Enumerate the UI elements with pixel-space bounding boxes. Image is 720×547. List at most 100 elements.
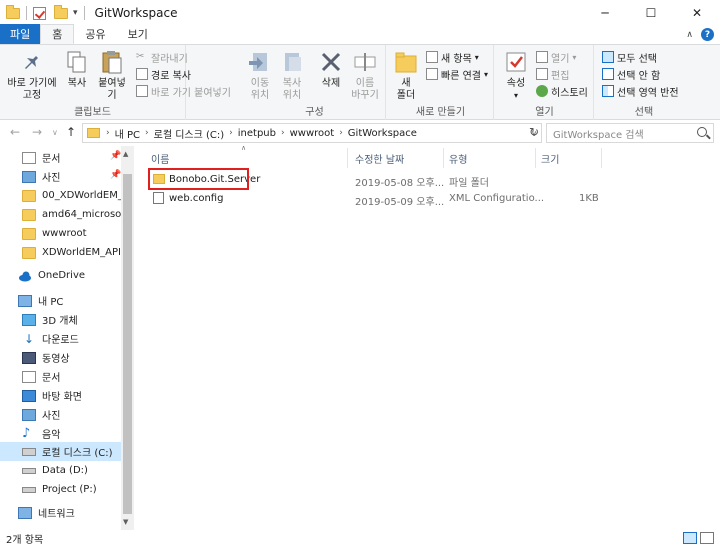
new-folder-icon[interactable] — [54, 4, 68, 19]
drive-icon — [22, 467, 36, 474]
tab-share[interactable]: 공유 — [74, 24, 116, 44]
scroll-up-icon[interactable]: ▲ — [123, 150, 128, 158]
new-group: 새 폴더 새 항목 ▾ 빠른 연결 ▾ 새로 만들기 — [388, 45, 494, 120]
nav-item-documents[interactable]: 문서 — [0, 148, 121, 167]
column-header-modified[interactable]: 수정한 날짜 — [355, 151, 404, 166]
chevron-right-icon: › — [339, 128, 343, 138]
history-button[interactable]: 히스토리 — [536, 84, 588, 99]
copy-label: 복사 — [67, 78, 87, 89]
column-header-type[interactable]: 유형 — [449, 151, 467, 166]
file-type: 파일 폴더 — [449, 178, 489, 189]
invert-selection-button[interactable]: 선택 영역 반전 — [602, 84, 679, 99]
nav-item-folder[interactable]: amd64_microsoft- — [0, 205, 121, 224]
forward-icon[interactable]: → — [32, 125, 42, 139]
help-icon[interactable]: ? — [701, 28, 714, 41]
search-input[interactable]: GitWorkspace 검색 — [546, 123, 714, 143]
nav-item-folder[interactable]: XDWorldEM_API(1! — [0, 243, 121, 262]
nav-item-3d-objects[interactable]: 3D 개체 — [0, 310, 121, 329]
paste-button[interactable]: 붙여넣기 — [94, 49, 130, 102]
delete-icon — [318, 49, 344, 75]
open-button[interactable]: 열기 ▾ — [536, 50, 576, 65]
rename-button[interactable]: 이름 바꾸기 — [350, 49, 380, 102]
easy-access-button[interactable]: 빠른 연결 ▾ — [426, 67, 488, 82]
group-label: 새로 만들기 — [415, 107, 466, 118]
pin-label: 바로 가기에 고정 — [7, 78, 57, 101]
nav-item-pictures[interactable]: 사진 — [0, 405, 121, 424]
properties-icon[interactable] — [33, 6, 46, 20]
pin-quick-access-button[interactable]: 바로 가기에 고정 — [6, 49, 58, 102]
column-header-size[interactable]: 크기 — [541, 151, 559, 166]
refresh-icon[interactable]: ↻ — [529, 125, 539, 139]
copy-path-button[interactable]: 경로 복사 — [136, 67, 191, 82]
select-none-button[interactable]: 선택 안 함 — [602, 67, 660, 82]
copy-to-button[interactable]: 복사 위치 — [278, 49, 306, 102]
nav-item-pictures[interactable]: 사진 — [0, 167, 121, 186]
edit-label: 편집 — [551, 70, 570, 82]
nav-item-label: 로컬 디스크 (C:) — [42, 448, 113, 459]
nav-item-project-drive[interactable]: Project (P:) — [0, 480, 121, 499]
folder-icon[interactable] — [6, 4, 20, 19]
new-item-button[interactable]: 새 항목 ▾ — [426, 50, 479, 65]
tab-home[interactable]: 홈 — [40, 24, 75, 44]
chevron-up-icon[interactable]: ∧ — [686, 30, 693, 40]
cut-button[interactable]: ✂ 잘라내기 — [136, 50, 188, 65]
nav-item-music[interactable]: ♪ 음악 — [0, 424, 121, 443]
delete-button[interactable]: 삭제 — [318, 49, 344, 90]
chevron-down-icon[interactable]: ▾ — [73, 8, 78, 18]
properties-button[interactable]: 속성 ▾ — [502, 49, 530, 102]
cut-label: 잘라내기 — [151, 53, 188, 65]
nav-item-data-drive[interactable]: Data (D:) — [0, 461, 121, 480]
nav-item-label: 네트워크 — [38, 509, 75, 520]
copy-button[interactable]: 복사 — [62, 49, 92, 90]
edit-button[interactable]: 편집 — [536, 67, 570, 82]
scroll-down-icon[interactable]: ▼ — [123, 518, 128, 526]
nav-item-videos[interactable]: 동영상 — [0, 348, 121, 367]
address-bar[interactable]: › 내 PC › 로컬 디스크 (C:) › inetpub › wwwroot… — [82, 123, 542, 143]
back-icon[interactable]: ← — [10, 125, 20, 139]
paste-shortcut-button[interactable]: 바로 가기 붙여넣기 — [136, 84, 231, 99]
new-folder-button[interactable]: 새 폴더 — [392, 49, 420, 102]
minimize-button[interactable]: ─ — [582, 0, 628, 26]
file-modified: 2019-05-08 오후... — [355, 178, 445, 189]
move-to-button[interactable]: 이동 위치 — [246, 49, 274, 102]
table-row[interactable]: web.config 2019-05-09 오후... XML Configur… — [149, 190, 709, 209]
picture-icon — [22, 170, 36, 183]
chevron-down-icon: ▾ — [513, 91, 518, 100]
select-all-button[interactable]: 모두 선택 — [602, 50, 657, 65]
maximize-button[interactable]: ☐ — [628, 0, 674, 26]
breadcrumb-wwwroot[interactable]: wwwroot — [290, 128, 335, 139]
tab-view[interactable]: 보기 — [117, 24, 159, 44]
rename-icon — [352, 49, 378, 75]
column-header-name[interactable]: 이름 — [151, 151, 169, 166]
breadcrumb-this-pc[interactable]: 내 PC — [115, 126, 140, 141]
chevron-right-icon: › — [280, 128, 285, 138]
nav-item-onedrive[interactable]: OneDrive — [0, 266, 121, 285]
up-icon[interactable]: ↑ — [66, 125, 76, 139]
details-view-icon[interactable] — [683, 532, 697, 544]
nav-item-desktop[interactable]: 바탕 화면 — [0, 386, 121, 405]
nav-item-documents[interactable]: 문서 — [0, 367, 121, 386]
close-button[interactable]: ✕ — [674, 0, 720, 26]
chevron-down-icon[interactable]: ∨ — [52, 128, 58, 137]
breadcrumb-inetpub[interactable]: inetpub — [238, 128, 276, 139]
address-row: ← → ∨ ↑ › 내 PC › 로컬 디스크 (C:) › inetpub ›… — [0, 121, 720, 145]
nav-scrollbar[interactable]: ▲ ▼ — [121, 146, 134, 530]
tab-file[interactable]: 파일 — [0, 24, 41, 44]
breadcrumb-gitworkspace[interactable]: GitWorkspace — [348, 128, 417, 139]
nav-item-folder[interactable]: 00_XDWorldEM_AP — [0, 186, 121, 205]
nav-item-downloads[interactable]: ↓ 다운로드 — [0, 329, 121, 348]
breadcrumb-local-disk[interactable]: 로컬 디스크 (C:) — [154, 126, 225, 141]
nav-item-folder[interactable]: wwwroot — [0, 224, 121, 243]
nav-item-label: 3D 개체 — [42, 316, 78, 327]
nav-item-label: XDWorldEM_API(1! — [42, 247, 121, 258]
nav-item-this-pc[interactable]: 내 PC — [0, 291, 121, 310]
nav-item-network[interactable]: 네트워크 — [0, 503, 121, 522]
nav-item-local-disk[interactable]: 로컬 디스크 (C:) — [0, 442, 121, 461]
large-icons-view-icon[interactable] — [700, 532, 714, 544]
easy-access-icon — [426, 68, 438, 80]
pin-icon[interactable]: 📌 — [110, 170, 121, 180]
group-label: 열기 — [535, 107, 554, 118]
scrollbar-thumb[interactable] — [123, 174, 132, 514]
pin-icon[interactable]: 📌 — [110, 151, 121, 161]
window-title: GitWorkspace — [94, 6, 178, 20]
